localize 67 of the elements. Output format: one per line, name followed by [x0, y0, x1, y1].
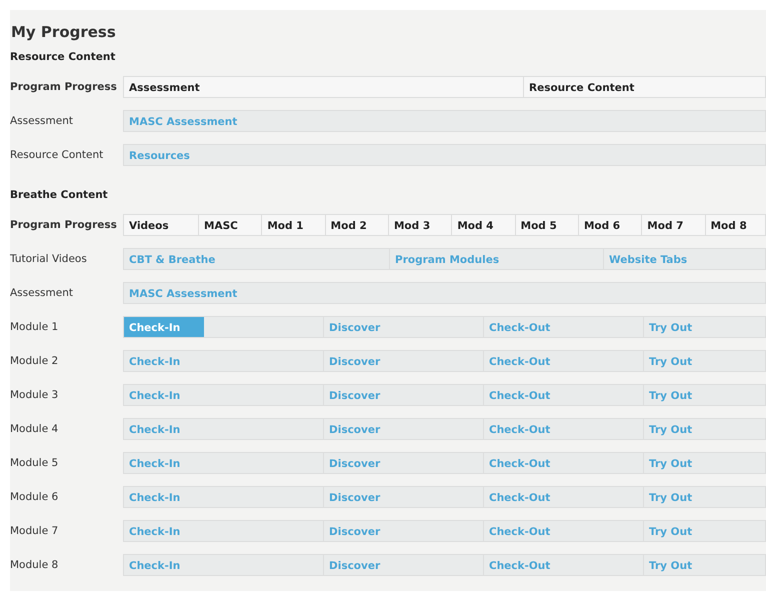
link-cell[interactable]: Try Out [643, 350, 766, 372]
link-cell[interactable]: Check-Out [483, 418, 643, 440]
link-cell[interactable]: Check-In [123, 350, 323, 372]
link-cell[interactable]: Discover [323, 350, 483, 372]
column-header: Videos [123, 214, 198, 236]
row-label: Module 7 [10, 525, 58, 537]
row-label: Module 1 [10, 321, 58, 333]
link-cell[interactable]: Check-In [123, 316, 323, 338]
link-cell[interactable]: Check-In [123, 486, 323, 508]
link-cell[interactable]: Check-In [123, 520, 323, 542]
column-header: Mod 5 [514, 214, 578, 236]
link-cell[interactable]: Check-Out [483, 486, 643, 508]
link-cell[interactable]: Discover [323, 418, 483, 440]
column-header: Mod 6 [578, 214, 642, 236]
link-cell[interactable]: Try Out [643, 554, 766, 576]
section-heading: Breathe Content [10, 188, 109, 202]
row-label: Tutorial Videos [10, 253, 87, 265]
column-header: Mod 7 [641, 214, 705, 236]
row-label: Module 5 [10, 457, 58, 469]
column-header: MASC [198, 214, 262, 236]
link-cell[interactable]: Check-In [123, 418, 323, 440]
column-header: Mod 4 [451, 214, 515, 236]
column-header: Mod 1 [261, 214, 325, 236]
link-cell[interactable]: Check-In [123, 554, 323, 576]
row-label: Assessment [10, 115, 73, 127]
column-header: Mod 8 [704, 214, 766, 236]
link-cell[interactable]: Check-Out [483, 520, 643, 542]
row-label: Module 8 [10, 559, 58, 571]
row-label: Program Progress [10, 219, 117, 231]
link-cell[interactable]: Discover [323, 486, 483, 508]
link-cell[interactable]: Check-Out [483, 384, 643, 406]
link-cell[interactable]: Discover [323, 384, 483, 406]
link-cell[interactable]: MASC Assessment [123, 282, 766, 304]
link-cell[interactable]: Try Out [643, 384, 766, 406]
column-header: Resource Content [523, 76, 766, 98]
column-header: Mod 2 [324, 214, 388, 236]
link-cell[interactable]: CBT & Breathe [123, 248, 389, 270]
link-cell[interactable]: Check-Out [483, 316, 643, 338]
link-cell[interactable]: Try Out [643, 452, 766, 474]
link-cell[interactable]: Discover [323, 316, 483, 338]
link-cell[interactable]: Discover [323, 452, 483, 474]
link-cell[interactable]: Try Out [643, 418, 766, 440]
row-label: Module 2 [10, 355, 58, 367]
column-header: Assessment [123, 76, 523, 98]
row-label: Resource Content [10, 149, 104, 161]
column-header: Mod 3 [388, 214, 452, 236]
row-label: Module 4 [10, 423, 58, 435]
link-cell[interactable]: MASC Assessment [123, 110, 766, 132]
link-cell[interactable]: Check-In [123, 384, 323, 406]
row-label: Program Progress [10, 81, 117, 93]
link-cell[interactable]: Check-In [123, 452, 323, 474]
link-cell[interactable]: Website Tabs [603, 248, 766, 270]
page-title: My Progress [11, 22, 117, 42]
link-cell[interactable]: Program Modules [389, 248, 603, 270]
link-cell[interactable]: Check-Out [483, 554, 643, 576]
row-label: Module 6 [10, 491, 58, 503]
link-cell[interactable]: Try Out [643, 520, 766, 542]
link-cell[interactable]: Resources [123, 144, 766, 166]
link-cell[interactable]: Try Out [643, 316, 766, 338]
link-cell[interactable]: Check-Out [483, 452, 643, 474]
link-cell[interactable]: Check-Out [483, 350, 643, 372]
row-label: Module 3 [10, 389, 58, 401]
link-cell[interactable]: Discover [323, 520, 483, 542]
link-cell[interactable]: Discover [323, 554, 483, 576]
link-cell[interactable]: Try Out [643, 486, 766, 508]
row-label: Assessment [10, 287, 73, 299]
section-heading: Resource Content [10, 50, 116, 64]
